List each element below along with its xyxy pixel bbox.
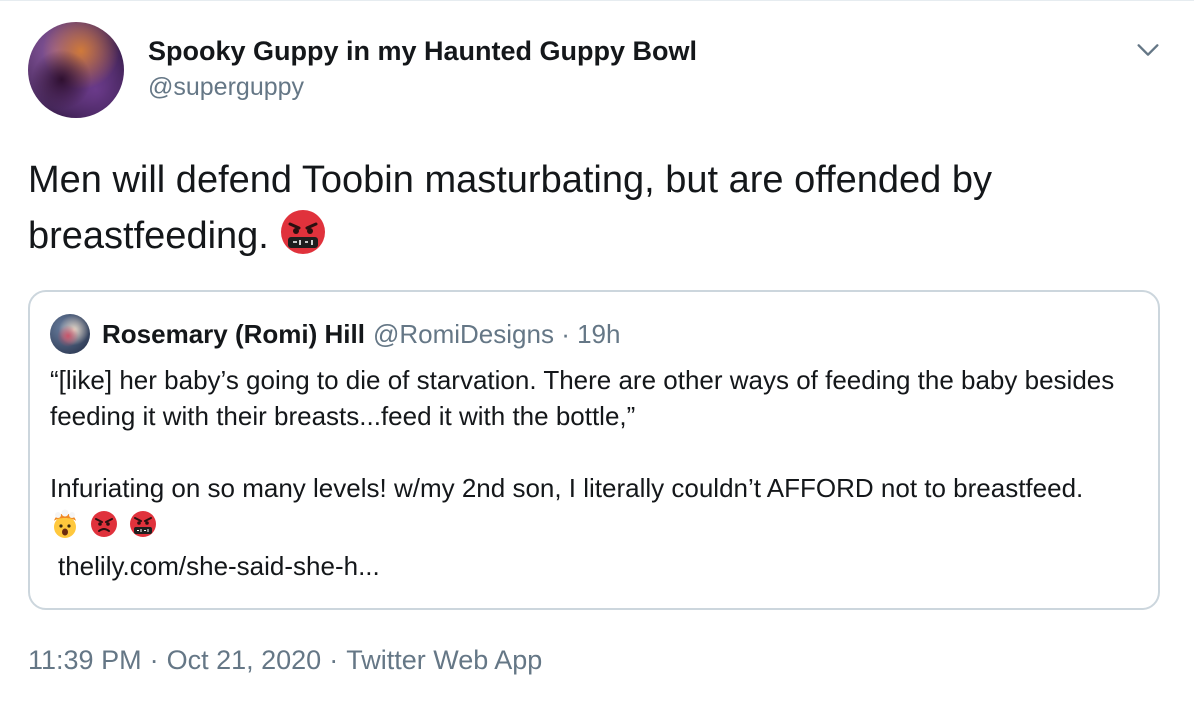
tweet-footer: 11:39 PM · Oct 21, 2020 · Twitter Web App xyxy=(28,640,542,680)
quoted-time-ago: 19h xyxy=(577,318,621,349)
tweet-source[interactable]: Twitter Web App xyxy=(346,645,542,675)
quoted-emojis xyxy=(50,509,160,548)
quoted-author-avatar xyxy=(50,314,90,354)
cursing-face-emoji-icon xyxy=(281,210,326,254)
quoted-author-name: Rosemary (Romi) Hill xyxy=(102,318,365,349)
quoted-paragraph-2-container: Infuriating on so many levels! w/my 2nd … xyxy=(50,470,1140,548)
quoted-meta-separator: · xyxy=(561,318,570,349)
author-display-name[interactable]: Spooky Guppy in my Haunted Guppy Bowl xyxy=(148,34,697,68)
author-names: Spooky Guppy in my Haunted Guppy Bowl @s… xyxy=(148,34,697,104)
quoted-paragraph-2: Infuriating on so many levels! w/my 2nd … xyxy=(50,473,1084,503)
tweet-body: Men will defend Toobin masturbating, but… xyxy=(28,159,993,257)
quoted-author-handle: @RomiDesigns xyxy=(372,318,554,349)
tweet-time[interactable]: 11:39 PM xyxy=(28,645,142,675)
tweet-date[interactable]: Oct 21, 2020 xyxy=(167,645,322,675)
cursing-face-emoji-icon xyxy=(130,511,157,537)
quoted-link[interactable]: thelily.com/she-said-she-h... xyxy=(50,548,1140,584)
top-divider xyxy=(0,0,1194,1)
author-handle[interactable]: @superguppy xyxy=(148,70,697,104)
footer-separator-1: · xyxy=(149,645,159,675)
quoted-tweet[interactable]: Rosemary (Romi) Hill @RomiDesigns · 19h … xyxy=(28,290,1160,610)
exploding-head-emoji-icon xyxy=(54,509,76,538)
author-avatar[interactable] xyxy=(28,22,124,118)
footer-separator-2: · xyxy=(329,645,339,675)
quoted-tweet-header: Rosemary (Romi) Hill @RomiDesigns · 19h xyxy=(50,314,620,354)
quoted-paragraph-1: “[like] her baby’s going to die of starv… xyxy=(50,365,1115,431)
angry-face-emoji-icon xyxy=(91,511,118,537)
quoted-tweet-body: “[like] her baby’s going to die of starv… xyxy=(50,362,1140,584)
tweet-text: Men will defend Toobin masturbating, but… xyxy=(28,152,1168,264)
tweet-header: Spooky Guppy in my Haunted Guppy Bowl @s… xyxy=(28,22,1168,122)
chevron-down-icon[interactable] xyxy=(1134,36,1162,64)
